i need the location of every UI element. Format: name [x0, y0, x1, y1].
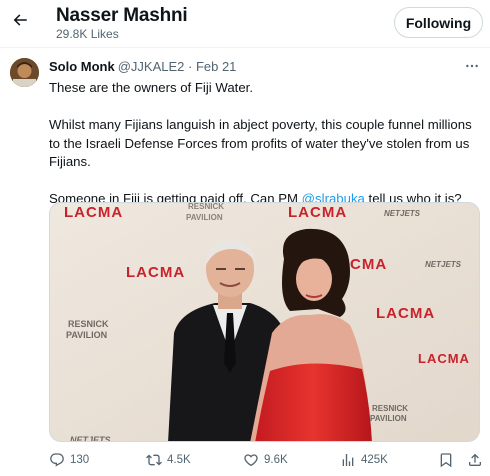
backdrop-lacma-3: LACMA — [126, 264, 185, 281]
header-divider — [0, 47, 490, 48]
share-button[interactable] — [467, 452, 483, 468]
bookmark-button[interactable] — [438, 452, 454, 468]
repost-icon — [146, 454, 162, 466]
backdrop-netjets-2: NETJETS — [425, 260, 462, 269]
more-options-button[interactable] — [463, 58, 481, 74]
post-text: These are the owners of Fiji Water. Whil… — [49, 79, 485, 209]
author-handle-date[interactable]: @JJKALE2 · Feb 21 — [118, 59, 237, 74]
views-button[interactable]: 425K — [340, 452, 388, 468]
back-button[interactable] — [6, 6, 34, 34]
like-button[interactable]: 9.6K — [243, 452, 288, 468]
views-count: 425K — [361, 454, 388, 466]
arrow-left-icon — [13, 14, 27, 26]
backdrop-lacma-6: LACMA — [418, 351, 470, 366]
reply-button[interactable]: 130 — [49, 452, 89, 468]
author-name[interactable]: Solo Monk — [49, 59, 115, 74]
like-count: 9.6K — [264, 454, 288, 466]
repost-count: 4.5K — [167, 454, 191, 466]
post-actions: 130 4.5K 9.6K 425K — [49, 452, 485, 472]
backdrop-lacma-2: LACMA — [288, 204, 347, 221]
backdrop-pavilion-3: PAVILION — [370, 414, 407, 423]
backdrop-pavilion-1: PAVILION — [186, 213, 223, 222]
post-paragraph-1: These are the owners of Fiji Water. — [49, 80, 253, 95]
likes-count: 29.8K Likes — [56, 27, 119, 41]
reply-count: 130 — [70, 454, 90, 466]
share-icon — [469, 453, 481, 466]
backdrop-resnick-3: RESNICK — [372, 404, 408, 413]
post-paragraph-2: Whilst many Fijians languish in abject p… — [49, 117, 472, 169]
repost-button[interactable]: 4.5K — [146, 452, 191, 468]
page-title: Nasser Mashni — [56, 5, 188, 26]
backdrop-netjets-1: NETJETS — [384, 209, 421, 218]
backdrop-lacma-5: LACMA — [376, 305, 435, 322]
backdrop-lacma-1: LACMA — [64, 204, 123, 221]
backdrop-resnick-2: RESNICK — [68, 319, 109, 329]
post-media[interactable]: LACMA RESNICK PAVILION LACMA NETJETS LAC… — [49, 202, 480, 442]
backdrop-resnick-1: RESNICK — [188, 203, 224, 211]
backdrop-netjets-3: NETJETS — [70, 435, 111, 442]
post-author-row: Solo Monk @JJKALE2 · Feb 21 — [49, 59, 236, 74]
views-icon — [342, 454, 354, 466]
following-button[interactable]: Following — [394, 7, 483, 38]
profile-header: Nasser Mashni 29.8K Likes Following — [0, 0, 490, 46]
more-horizontal-icon — [466, 64, 478, 68]
backdrop-pavilion-2: PAVILION — [66, 330, 107, 340]
reply-icon — [50, 453, 64, 467]
bookmark-icon — [440, 453, 452, 468]
avatar[interactable] — [10, 58, 39, 87]
event-photo: LACMA RESNICK PAVILION LACMA NETJETS LAC… — [50, 203, 479, 442]
heart-icon — [244, 454, 258, 467]
